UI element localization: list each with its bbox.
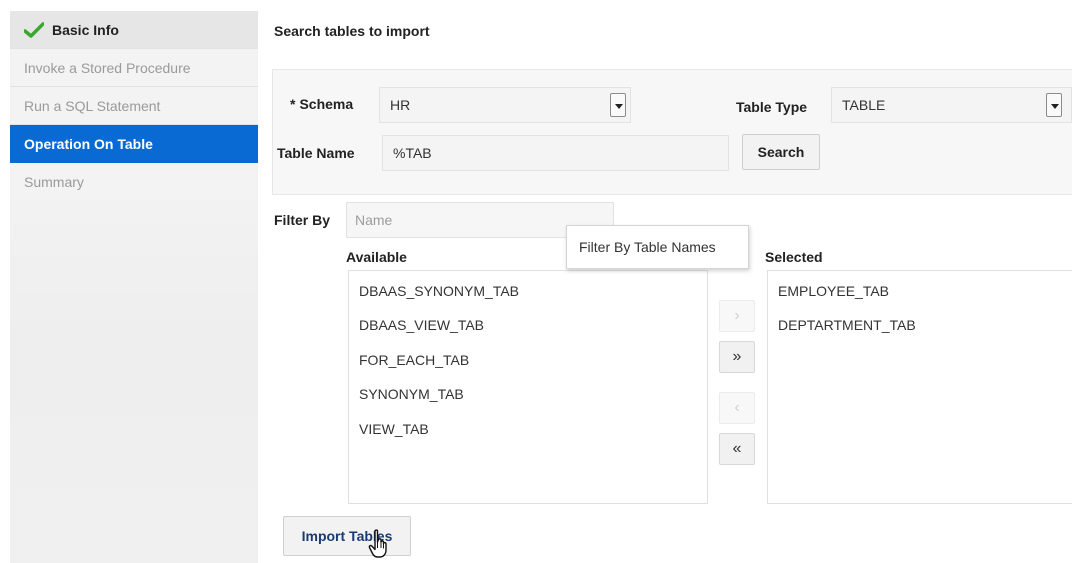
sidebar-background <box>10 199 258 563</box>
hand-cursor-icon <box>368 529 387 558</box>
filter-tooltip: Filter By Table Names <box>566 225 749 269</box>
required-marker: * <box>290 96 296 112</box>
list-item[interactable]: SYNONYM_TAB <box>359 386 464 402</box>
step-label: Invoke a Stored Procedure <box>24 59 191 76</box>
selected-list[interactable]: EMPLOYEE_TAB DEPTARTMENT_TAB <box>767 270 1072 504</box>
available-list[interactable]: DBAAS_SYNONYM_TAB DBAAS_VIEW_TAB FOR_EAC… <box>348 270 708 504</box>
checkmark-icon <box>24 21 44 38</box>
step-label: Run a SQL Statement <box>24 97 161 114</box>
move-selected-button[interactable]: › <box>719 300 755 332</box>
list-item[interactable]: EMPLOYEE_TAB <box>778 283 889 299</box>
schema-label-text: Schema <box>299 96 354 112</box>
list-item[interactable]: VIEW_TAB <box>359 421 429 437</box>
step-run-sql-statement[interactable]: Run a SQL Statement <box>10 87 258 125</box>
step-operation-on-table[interactable]: Operation On Table <box>10 125 258 163</box>
import-tables-button[interactable]: Import Tables <box>283 516 411 556</box>
list-item[interactable]: FOR_EACH_TAB <box>359 352 469 368</box>
search-button[interactable]: Search <box>742 134 820 170</box>
list-item[interactable]: DBAAS_VIEW_TAB <box>359 317 484 333</box>
remove-selected-button[interactable]: ‹ <box>719 392 755 424</box>
available-heading: Available <box>346 249 407 265</box>
move-all-button[interactable]: » <box>719 341 755 373</box>
step-label: Operation On Table <box>24 136 153 152</box>
table-type-dropdown-icon[interactable] <box>1046 93 1062 117</box>
schema-dropdown-icon[interactable] <box>610 93 626 117</box>
table-name-value: %TAB <box>393 145 432 161</box>
step-label: Basic Info <box>52 21 119 38</box>
wizard-sidebar: Basic Info Invoke a Stored Procedure Run… <box>10 11 258 563</box>
step-label: Summary <box>24 173 84 190</box>
selected-heading: Selected <box>765 249 823 265</box>
list-item[interactable]: DBAAS_SYNONYM_TAB <box>359 283 519 299</box>
table-type-label: Table Type <box>736 99 808 115</box>
table-name-label: Table Name <box>277 145 355 161</box>
schema-select[interactable]: HR <box>379 87 631 123</box>
schema-value: HR <box>390 97 411 113</box>
table-type-select[interactable]: TABLE <box>831 87 1072 123</box>
schema-label: * Schema <box>290 96 353 112</box>
remove-all-button[interactable]: « <box>719 433 755 465</box>
filter-by-label: Filter By <box>274 212 331 228</box>
table-type-value: TABLE <box>842 97 886 113</box>
page-title: Search tables to import <box>274 23 430 39</box>
table-name-input[interactable]: %TAB <box>382 135 729 171</box>
step-basic-info[interactable]: Basic Info <box>10 11 258 49</box>
tooltip-text: Filter By Table Names <box>579 239 716 255</box>
step-summary[interactable]: Summary <box>10 163 258 201</box>
step-invoke-stored-procedure[interactable]: Invoke a Stored Procedure <box>10 49 258 87</box>
list-item[interactable]: DEPTARTMENT_TAB <box>778 317 916 333</box>
